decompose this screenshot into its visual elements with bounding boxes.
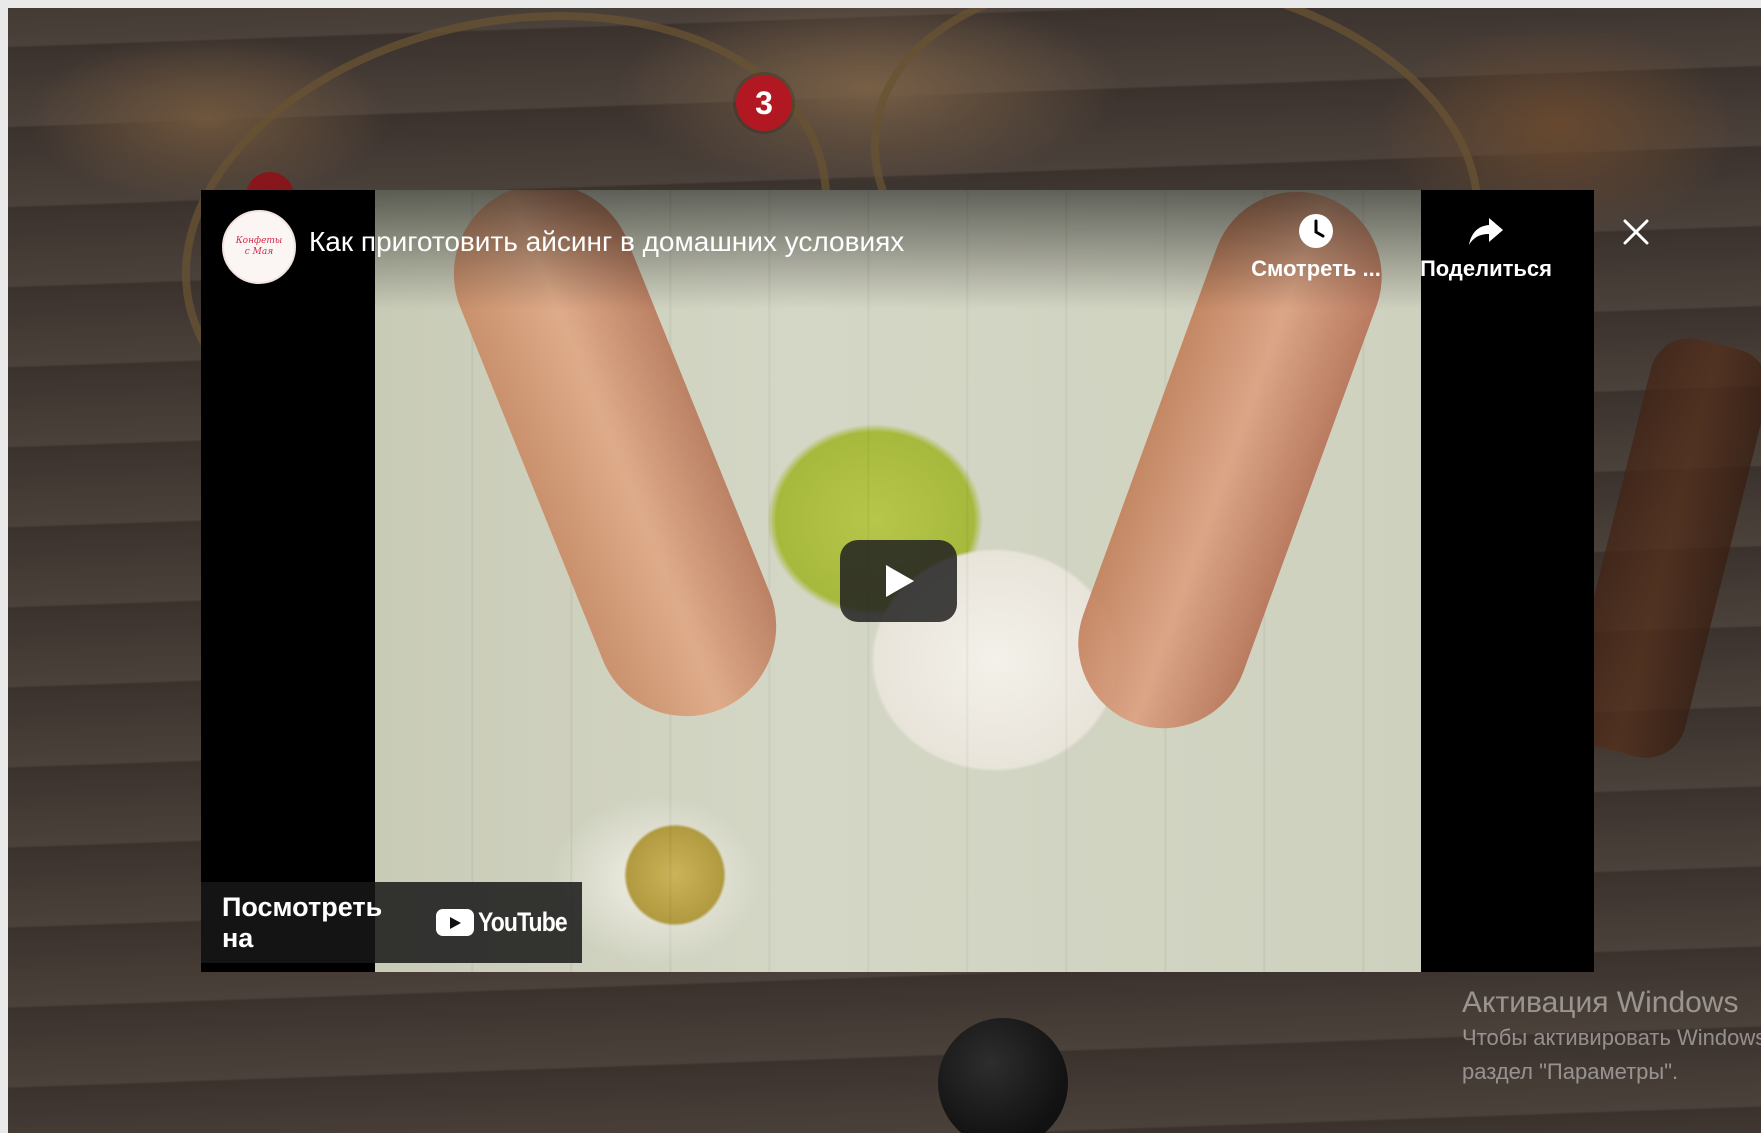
play-button[interactable] <box>840 540 957 622</box>
step-badge: 3 <box>736 75 792 131</box>
watermark-title: Активация Windows <box>1462 986 1739 1019</box>
watermark-line: раздел "Параметры". <box>1462 1059 1679 1084</box>
share-button[interactable]: Поделиться <box>1411 212 1561 282</box>
youtube-wordmark: YouTube <box>477 907 568 937</box>
play-icon <box>885 565 914 597</box>
watch-on-youtube-button[interactable]: Посмотреть на YouTube <box>201 882 582 963</box>
channel-avatar[interactable]: Конфеты с Мая <box>222 210 296 284</box>
windows-activation-watermark: Активация Windows Чтобы активировать Win… <box>1462 985 1761 1089</box>
watch-later-label: Смотреть ... <box>1251 256 1381 281</box>
channel-avatar-text: Конфеты с Мая <box>235 236 283 257</box>
watch-later-button[interactable]: Смотреть ... <box>1241 212 1391 282</box>
youtube-play-icon <box>435 909 474 936</box>
close-icon <box>1623 219 1649 245</box>
video-title[interactable]: Как приготовить айсинг в домашних услови… <box>309 226 904 258</box>
close-button[interactable] <box>1614 210 1658 254</box>
watermark-line: Чтобы активировать Windows, перейдите в <box>1462 1025 1761 1050</box>
share-icon <box>1469 218 1503 245</box>
youtube-logo: YouTube <box>435 907 582 938</box>
watch-on-label: Посмотреть на <box>222 891 383 953</box>
clock-icon <box>1299 214 1333 248</box>
share-label: Поделиться <box>1419 256 1553 281</box>
video-player[interactable]: Конфеты с Мая Как приготовить айсинг в д… <box>201 190 1594 972</box>
